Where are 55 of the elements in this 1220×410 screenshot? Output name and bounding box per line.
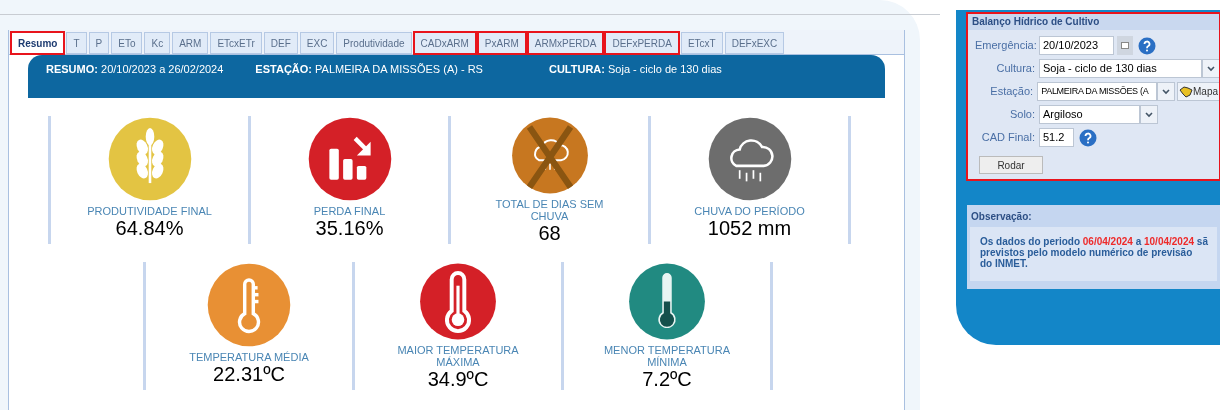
tab[interactable]: ETcxETr <box>210 32 262 54</box>
calendar-icon[interactable] <box>1117 36 1133 55</box>
stat-label: CHUVA DO PERÍODO <box>693 205 806 217</box>
caret-icon[interactable] <box>1202 59 1220 78</box>
stat-value: 22.31ºC <box>213 363 285 385</box>
stat-label: TEMPERATURA MÉDIA <box>188 351 310 363</box>
tab[interactable]: PxARM <box>477 32 526 54</box>
input-field[interactable]: Argiloso <box>1039 105 1140 124</box>
field-label: Estação: <box>989 84 1035 100</box>
tab[interactable]: ARM <box>172 32 209 54</box>
run-button[interactable]: Rodar <box>979 156 1043 174</box>
stat-label: PRODUTIVIDADE FINAL <box>86 205 213 217</box>
stat-value: 68 <box>538 222 561 244</box>
tab[interactable]: DEFxEXC <box>724 32 785 54</box>
note-text: Os dados do periodo 06/04/2024 a 10/04/2024 sã previstos pelo modelo numérico de previsão do INMET. <box>980 236 1209 269</box>
tab[interactable]: DEF <box>263 32 298 54</box>
input-field[interactable]: Soja - ciclo de 130 dias <box>1039 59 1202 78</box>
panel-title: Balanço Hídrico de Cultivo <box>967 13 1220 30</box>
input-field[interactable]: 20/10/2023 <box>1039 36 1114 55</box>
stat-value: 34.9ºC <box>427 368 489 390</box>
caret-icon[interactable] <box>1140 105 1158 124</box>
header-text: ESTAÇÃO: PALMEIRA DA MISSÕES (A) - RS <box>255 62 483 77</box>
map-button[interactable]: Mapa <box>1177 82 1220 101</box>
tab[interactable]: ETo <box>111 32 143 54</box>
header-text: RESUMO: 20/10/2023 a 26/02/2024 <box>46 62 224 77</box>
tab[interactable]: EXC <box>299 32 335 54</box>
field-label: Solo: <box>1008 107 1036 123</box>
stat-label: MAIOR TEMPERATURA MÁXIMA <box>396 344 520 368</box>
field-label: Emergência: <box>975 38 1038 54</box>
field-label: CAD Final: <box>980 130 1036 146</box>
tab[interactable]: Kc <box>144 32 171 54</box>
stat-label: TOTAL DE DIAS SEM CHUVA <box>494 198 605 222</box>
stat-value: 35.16% <box>315 217 384 239</box>
input-field[interactable]: PALMEIRA DA MISSÕES (A <box>1037 82 1158 101</box>
map-icon <box>1179 85 1193 98</box>
stat-label: MENOR TEMPERATURA MÍNIMA <box>602 344 732 368</box>
header-text: CULTURA: Soja - ciclo de 130 dias <box>548 62 722 77</box>
tab[interactable]: P <box>88 32 110 54</box>
tab[interactable]: T <box>66 32 87 54</box>
tab[interactable]: ETcxT <box>680 32 723 54</box>
stat-value: 64.84% <box>115 217 184 239</box>
tab[interactable]: Resumo <box>11 32 65 54</box>
tab[interactable]: Produtividade <box>336 32 412 54</box>
tab[interactable]: CADxARM <box>413 32 476 54</box>
stat-value: 1052 mm <box>707 217 792 239</box>
caret-icon[interactable] <box>1157 82 1175 101</box>
field-label: Cultura: <box>995 61 1036 77</box>
tab[interactable]: DEFxPERDA <box>605 32 679 54</box>
panel-title: Observação: <box>970 209 1033 224</box>
stat-label: PERDA FINAL <box>312 205 387 217</box>
help-icon[interactable] <box>1138 36 1156 55</box>
stat-value: 7.2ºC <box>642 368 692 390</box>
tab[interactable]: ARMxPERDA <box>527 32 604 54</box>
help-icon[interactable] <box>1079 128 1097 147</box>
input-field[interactable]: 51.2 <box>1039 128 1074 147</box>
